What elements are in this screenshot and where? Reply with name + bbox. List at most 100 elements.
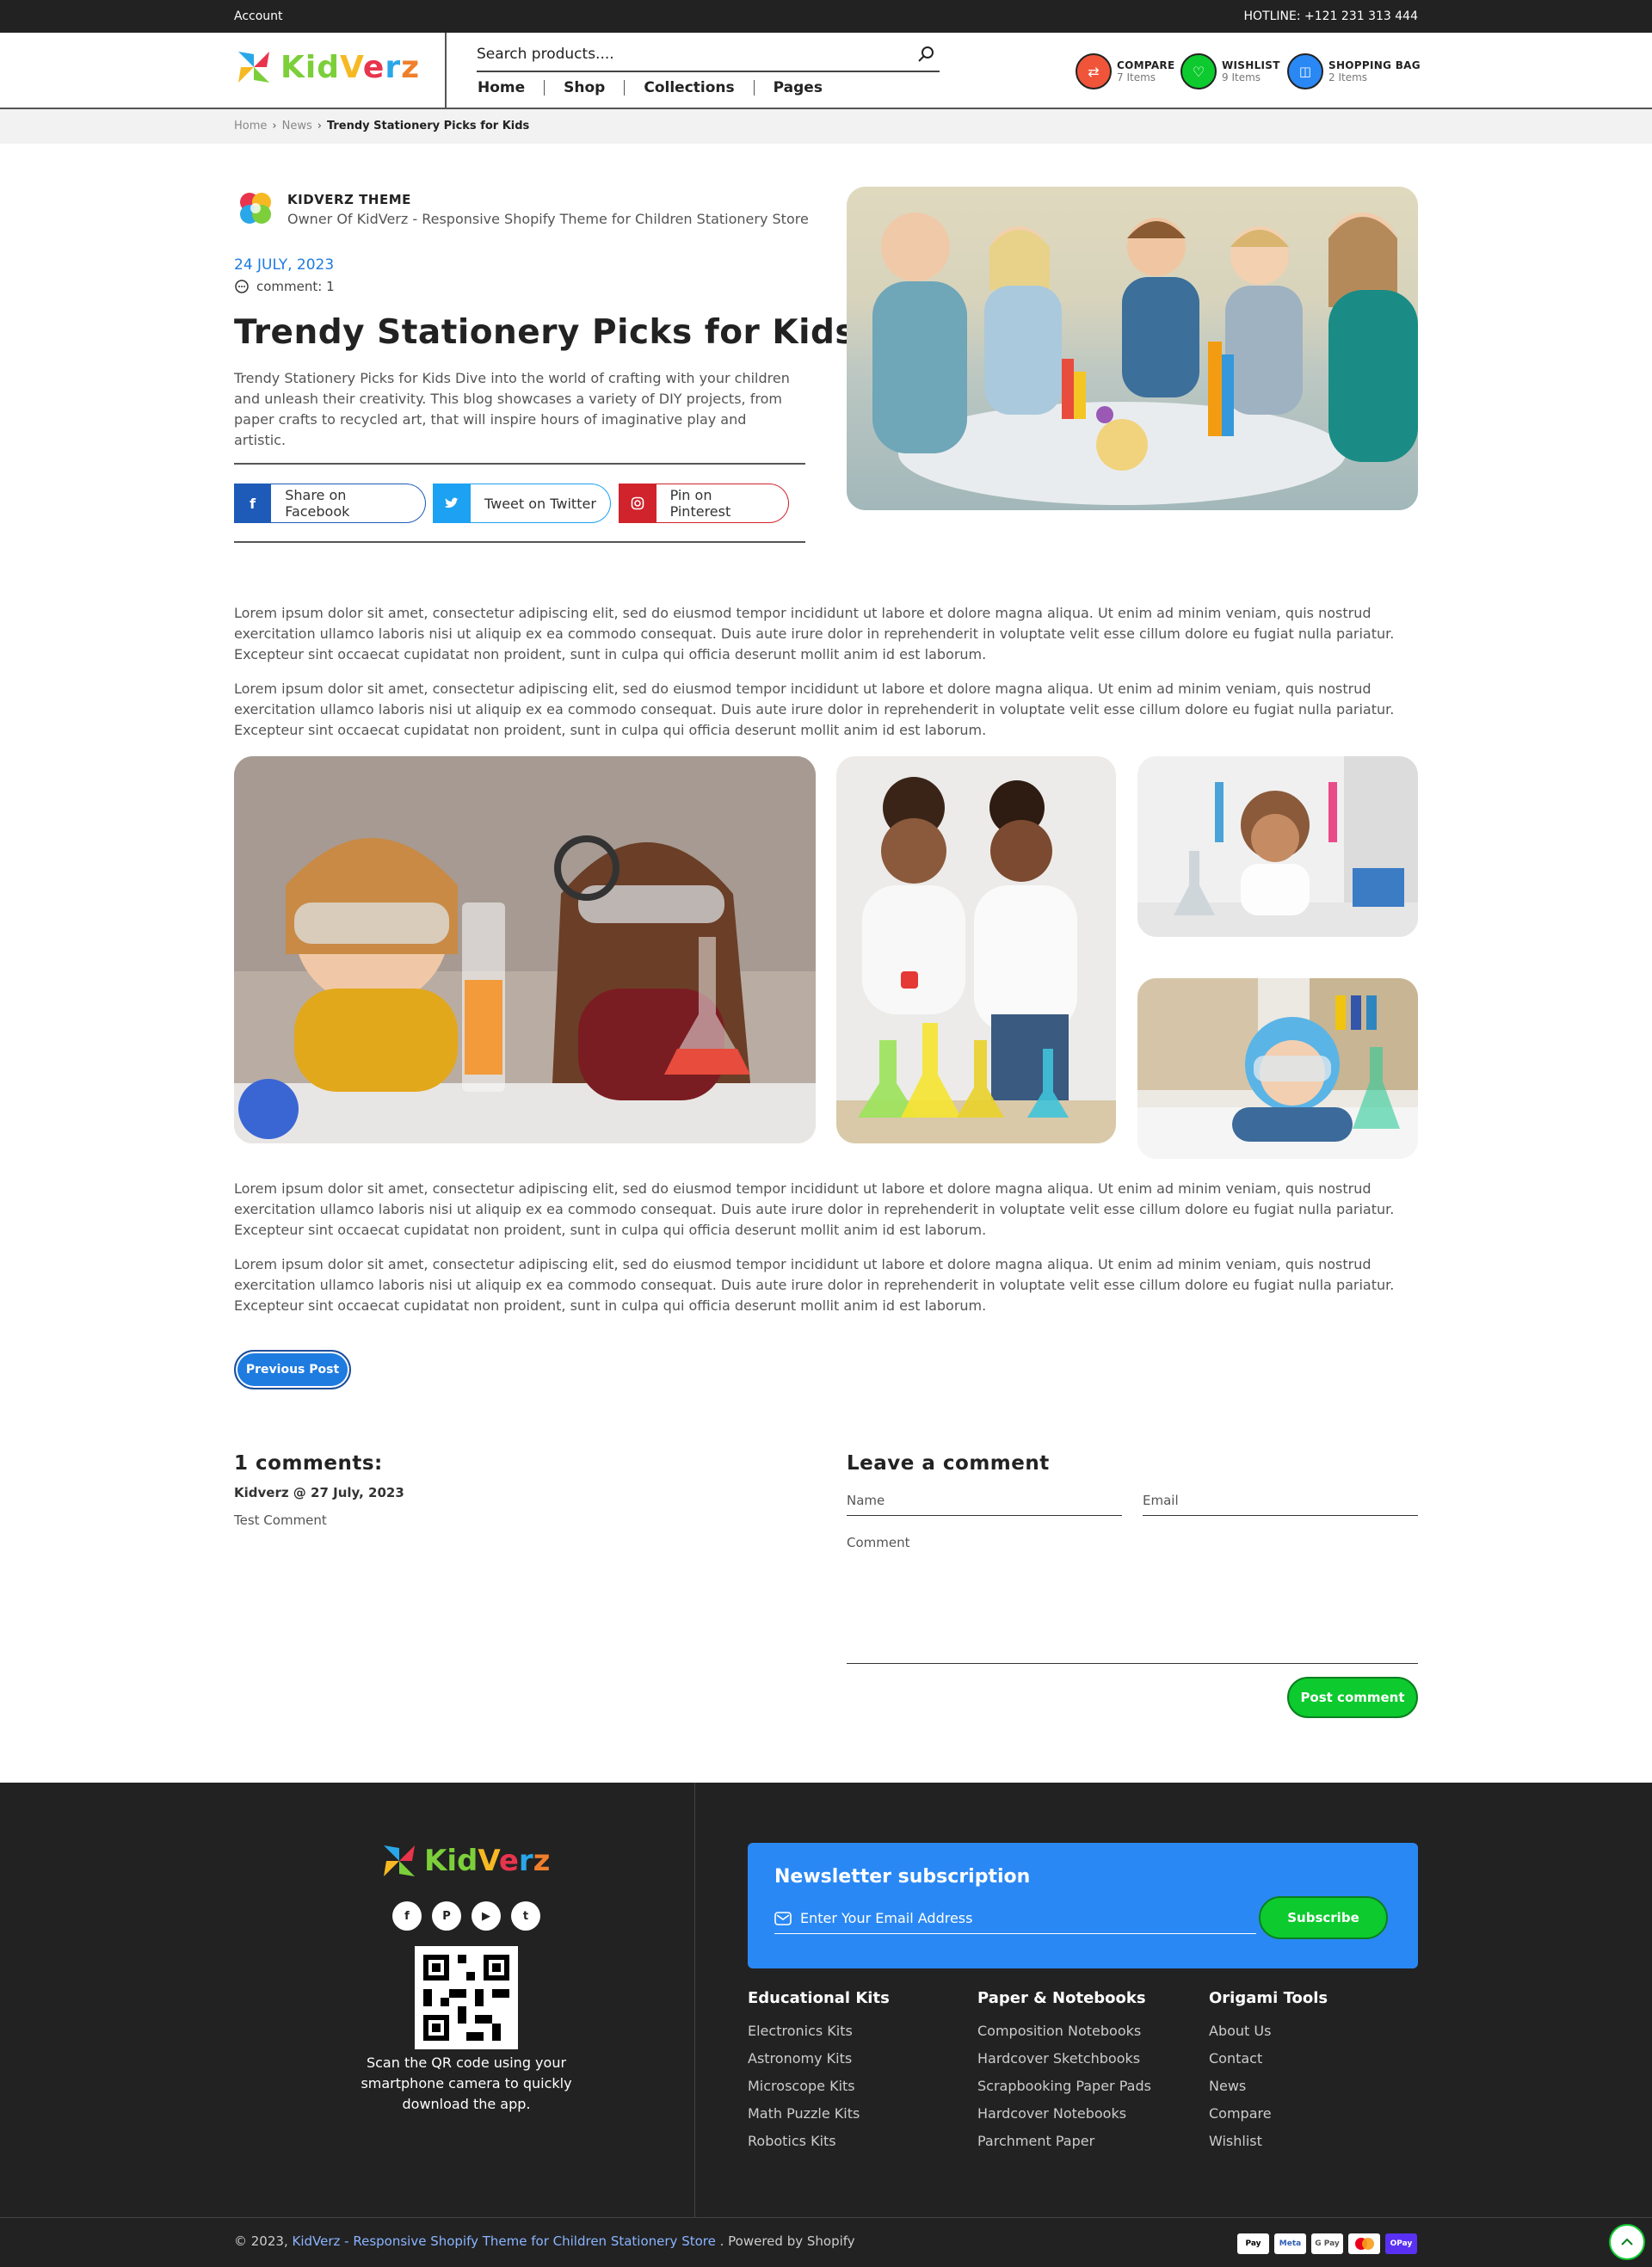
comments-heading: 1 comments: xyxy=(234,1452,383,1475)
youtube-icon[interactable]: ▶ xyxy=(472,1901,501,1931)
breadcrumb-current: Trendy Stationery Picks for Kids xyxy=(326,120,530,132)
post-comment-button[interactable]: Post comment xyxy=(1287,1677,1418,1718)
post-date: 24 JULY, 2023 xyxy=(234,256,335,274)
author-role: Owner Of KidVerz - Responsive Shopify Th… xyxy=(287,211,809,227)
wishlist-label: WISHLIST xyxy=(1222,59,1280,71)
site-logo[interactable]: KidVerz xyxy=(234,47,420,87)
pinterest-icon[interactable]: P xyxy=(432,1901,461,1931)
comment-count-text: comment: 1 xyxy=(256,279,335,294)
nav-shop[interactable]: Shop xyxy=(545,79,624,96)
copyright-suffix: . Powered by Shopify xyxy=(719,2233,855,2249)
footer-link[interactable]: Compare xyxy=(1209,2105,1328,2133)
footer-link[interactable]: Composition Notebooks xyxy=(977,2023,1151,2050)
body-paragraph: Lorem ipsum dolor sit amet, consectetur … xyxy=(234,605,1395,662)
chevron-up-icon xyxy=(1621,2238,1633,2245)
nav-home[interactable]: Home xyxy=(478,79,544,96)
facebook-icon: f xyxy=(234,484,272,523)
breadcrumb: Home › News › Trendy Stationery Picks fo… xyxy=(0,109,1652,144)
gallery-image-girls-magnifier xyxy=(234,756,816,1143)
main-nav: Home Shop Collections Pages xyxy=(478,79,841,96)
footer-divider xyxy=(694,1783,695,2217)
gallery-image-girl-test-tubes xyxy=(1137,756,1418,937)
footer-link[interactable]: Hardcover Sketchbooks xyxy=(977,2050,1151,2078)
footer-link[interactable]: Microscope Kits xyxy=(748,2078,890,2105)
header-divider xyxy=(445,33,447,109)
name-field[interactable]: Name xyxy=(847,1493,1122,1516)
footer-column-paper-notebooks: Paper & Notebooks Composition Notebooks … xyxy=(977,1989,1151,2160)
footer-link[interactable]: Wishlist xyxy=(1209,2133,1328,2160)
facebook-icon[interactable]: f xyxy=(392,1901,422,1931)
compare-count: 7 Items xyxy=(1117,71,1156,83)
shop-pay-icon: OPay xyxy=(1385,2233,1417,2254)
scroll-to-top-button[interactable] xyxy=(1609,2224,1645,2260)
author-name: KIDVERZ THEME xyxy=(287,192,411,207)
comment-author: Kidverz @ 27 July, 2023 xyxy=(234,1485,404,1500)
footer-link[interactable]: Scrapbooking Paper Pads xyxy=(977,2078,1151,2105)
search-bar xyxy=(477,41,940,72)
share-pinterest-button[interactable]: Pin on Pinterest xyxy=(619,484,789,523)
email-field[interactable]: Email xyxy=(1143,1493,1418,1516)
top-bar: Account HOTLINE: +121 231 313 444 xyxy=(0,0,1652,33)
footer-column-heading: Educational Kits xyxy=(748,1989,890,2007)
footer-link[interactable]: Astronomy Kits xyxy=(748,2050,890,2078)
hotline-text: HOTLINE: +121 231 313 444 xyxy=(1243,9,1418,23)
footer-link[interactable]: Robotics Kits xyxy=(748,2133,890,2160)
body-paragraph: Lorem ipsum dolor sit amet, consectetur … xyxy=(234,1180,1395,1238)
copyright-brand-link[interactable]: KidVerz - Responsive Shopify Theme for C… xyxy=(293,2233,716,2249)
copyright: © 2023, KidVerz - Responsive Shopify The… xyxy=(234,2233,855,2249)
post-intro: Trendy Stationery Picks for Kids Dive in… xyxy=(234,370,790,448)
newsletter-email-input[interactable]: Enter Your Email Address xyxy=(774,1903,1256,1934)
footer-link[interactable]: Parchment Paper xyxy=(977,2133,1151,2160)
search-input[interactable] xyxy=(477,41,890,67)
apple-pay-icon: Pay xyxy=(1237,2233,1269,2254)
footer-link[interactable]: Contact xyxy=(1209,2050,1328,2078)
newsletter-title: Newsletter subscription xyxy=(774,1866,1031,1888)
share-facebook-button[interactable]: f Share on Facebook xyxy=(234,484,426,523)
gallery-image-child-goggles xyxy=(1137,978,1418,1159)
gallery-image-girls-chemistry xyxy=(836,756,1116,1143)
breadcrumb-home[interactable]: Home xyxy=(234,120,267,132)
newsletter-placeholder: Enter Your Email Address xyxy=(800,1910,973,1926)
pinwheel-logo-icon xyxy=(384,1845,415,1876)
leave-comment-heading: Leave a comment xyxy=(847,1452,1050,1475)
compare-button[interactable]: ⇄ COMPARE 7 Items xyxy=(1076,53,1174,89)
author-block: KIDVERZ THEME Owner Of KidVerz - Respons… xyxy=(234,187,809,230)
footer-column-heading: Paper & Notebooks xyxy=(977,1989,1146,2007)
footer-link[interactable]: Electronics Kits xyxy=(748,2023,890,2050)
share-facebook-label: Share on Facebook xyxy=(285,487,350,520)
newsletter-box: Newsletter subscription Enter Your Email… xyxy=(748,1843,1418,1968)
share-pinterest-label: Pin on Pinterest xyxy=(669,487,731,520)
shopping-bag-button[interactable]: ◫ SHOPPING BAG 2 Items xyxy=(1287,53,1421,89)
comment-textarea[interactable]: Comment xyxy=(847,1535,1418,1664)
breadcrumb-news[interactable]: News xyxy=(282,120,312,132)
twitter-icon[interactable]: t xyxy=(511,1901,540,1931)
footer-link[interactable]: About Us xyxy=(1209,2023,1328,2050)
comment-count: comment: 1 xyxy=(234,279,335,294)
bag-label: SHOPPING BAG xyxy=(1328,59,1421,71)
comment-icon xyxy=(235,280,249,293)
mastercard-icon xyxy=(1348,2233,1380,2254)
nav-collections[interactable]: Collections xyxy=(625,79,753,96)
footer-logo-text: KidVerz xyxy=(424,1844,551,1878)
chevron-right-icon: › xyxy=(317,120,322,132)
logo-text: KidVerz xyxy=(280,49,421,85)
search-icon[interactable] xyxy=(917,45,936,64)
footer-link[interactable]: Hardcover Notebooks xyxy=(977,2105,1151,2133)
previous-post-button[interactable]: Previous Post xyxy=(234,1350,351,1389)
account-link[interactable]: Account xyxy=(234,9,283,23)
share-twitter-button[interactable]: Tweet on Twitter xyxy=(433,484,611,523)
body-paragraph: Lorem ipsum dolor sit amet, consectetur … xyxy=(234,1256,1395,1314)
author-avatar xyxy=(240,193,271,224)
footer-column-educational-kits: Educational Kits Electronics Kits Astron… xyxy=(748,1989,890,2160)
wishlist-button[interactable]: ♡ WISHLIST 9 Items xyxy=(1180,53,1280,89)
footer-logo[interactable]: KidVerz xyxy=(379,1841,550,1881)
nav-pages[interactable]: Pages xyxy=(755,79,841,96)
pinwheel-logo-icon xyxy=(238,52,269,83)
footer-column-origami-tools: Origami Tools About Us Contact News Comp… xyxy=(1209,1989,1328,2160)
meta-pay-icon: Meta xyxy=(1274,2233,1306,2254)
footer-bottom-divider xyxy=(0,2217,1652,2218)
compare-icon: ⇄ xyxy=(1076,53,1112,89)
footer-link[interactable]: News xyxy=(1209,2078,1328,2105)
subscribe-button[interactable]: Subscribe xyxy=(1259,1896,1388,1939)
footer-link[interactable]: Math Puzzle Kits xyxy=(748,2105,890,2133)
